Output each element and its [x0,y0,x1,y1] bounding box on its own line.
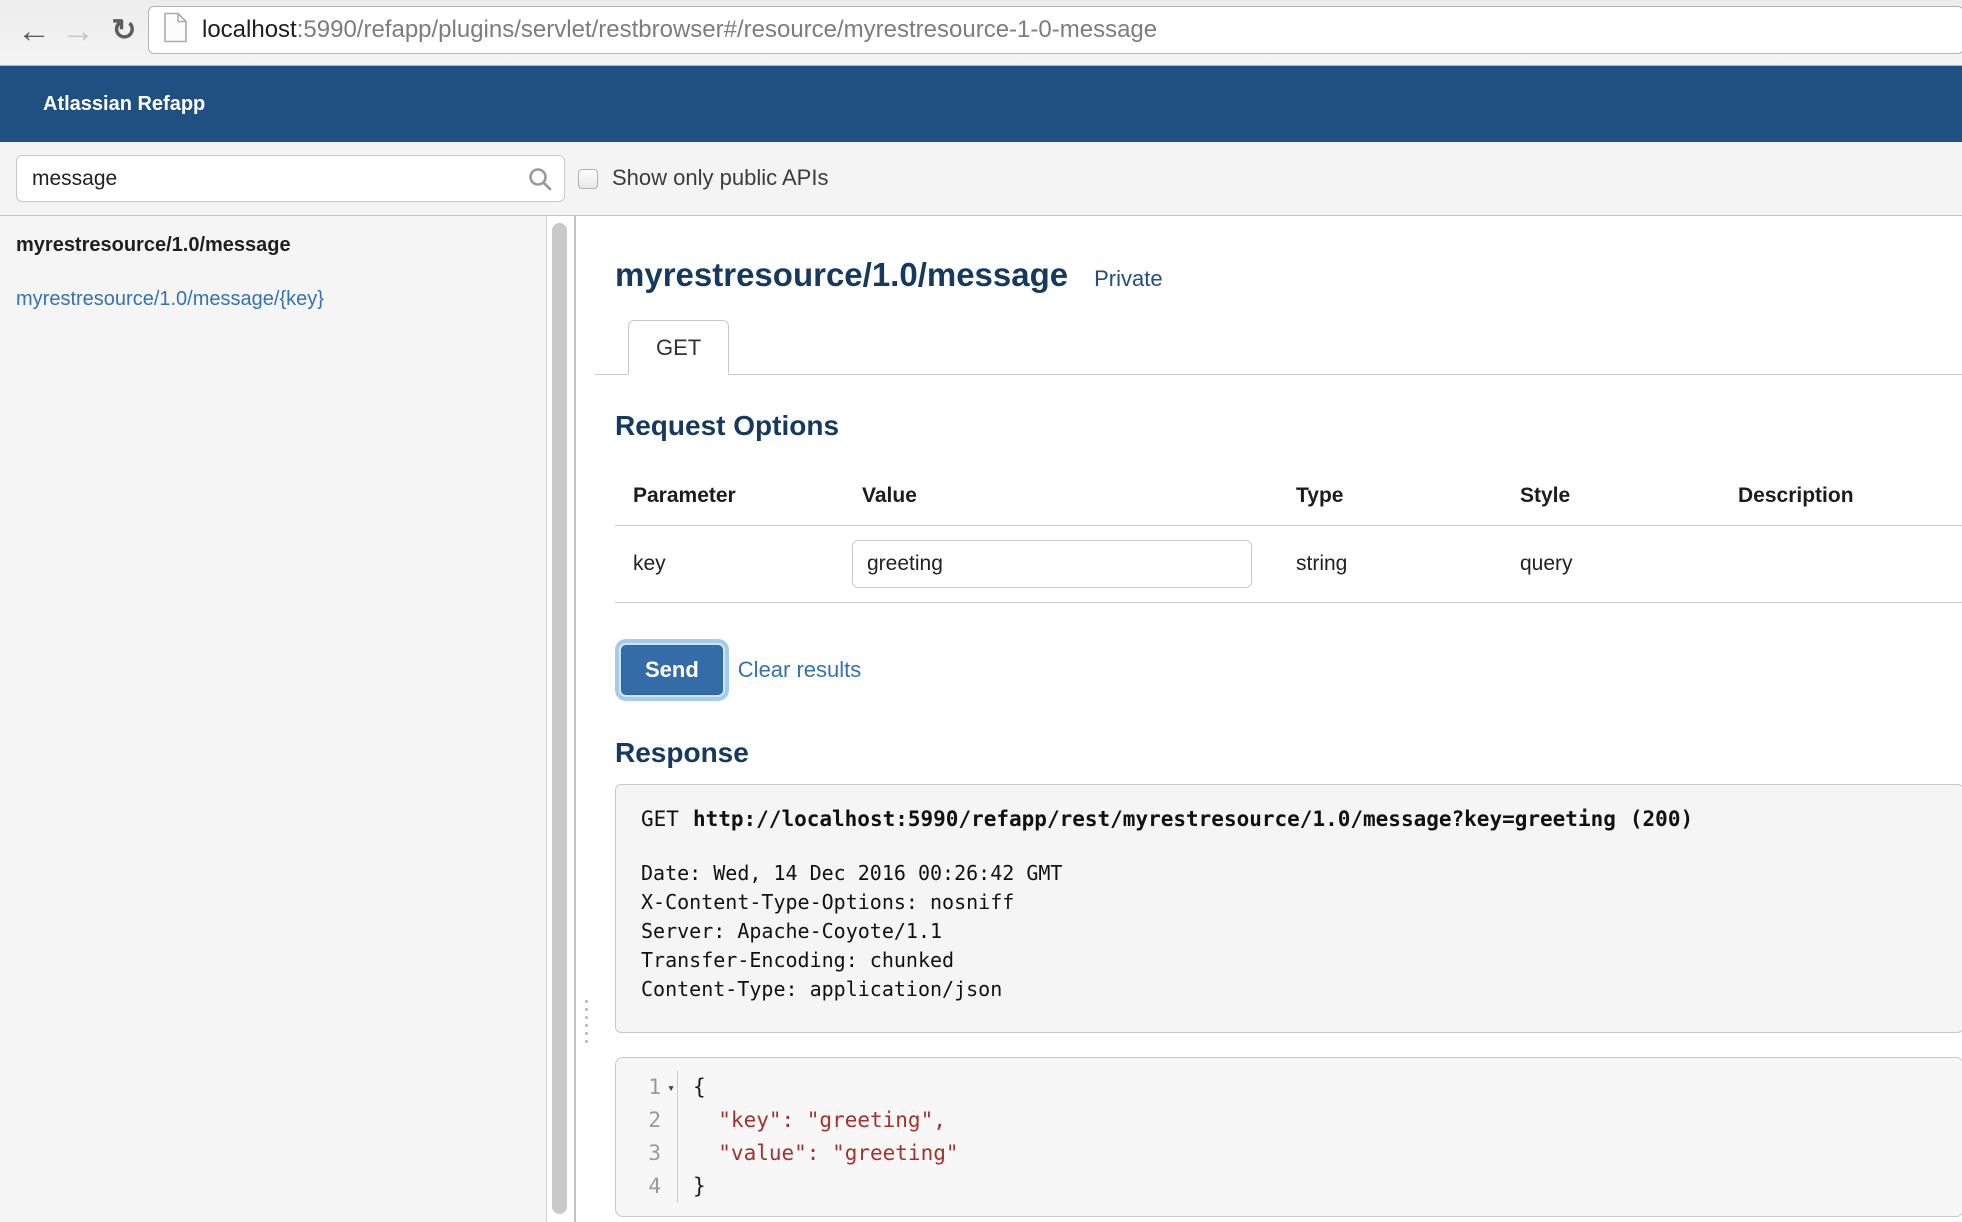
code-line: 1▾ { [616,1071,1962,1104]
line-number: 3 [616,1137,678,1170]
code-line: 3 "value": "greeting" [616,1137,1962,1170]
clear-results-link[interactable]: Clear results [738,657,861,683]
line-number: 4 [616,1170,678,1203]
request-options-heading: Request Options [615,410,1962,442]
filter-bar: Show only public APIs [0,142,1962,216]
response-body-viewer: 1▾ { 2 "key": "greeting", 3 "value": "gr… [615,1057,1962,1217]
browser-chrome: ← → ↻ localhost:5990/refapp/plugins/serv… [0,0,1962,66]
response-headers: Date: Wed, 14 Dec 2016 00:26:42 GMT X-Co… [641,859,1953,1004]
param-name: key [615,526,844,603]
code-text: { [678,1071,706,1104]
param-description [1720,526,1962,603]
response-request-line: GET http://localhost:5990/refapp/rest/myr… [641,807,1953,831]
back-icon[interactable]: ← [12,9,56,53]
code-text: "value": "greeting" [678,1137,959,1170]
code-line: 4 } [616,1170,1962,1203]
col-value: Value [844,470,1278,526]
col-type: Type [1278,470,1502,526]
request-options-table: Parameter Value Type Style Description k… [615,470,1962,603]
param-type: string [1278,526,1502,603]
sidebar-scrollbar [548,216,574,1222]
sidebar-item-message-key[interactable]: myrestresource/1.0/message/{key} [16,288,546,311]
visibility-badge: Private [1094,266,1162,292]
url-host: localhost [202,16,297,43]
param-value-input[interactable] [852,540,1252,588]
response-header-line: Transfer-Encoding: chunked [641,946,1953,975]
response-heading: Response [615,737,1962,769]
response-box: GET http://localhost:5990/refapp/rest/myr… [615,784,1962,1033]
sidebar-item-message[interactable]: myrestresource/1.0/message [16,234,546,257]
col-parameter: Parameter [615,470,844,526]
search-input[interactable] [16,155,565,202]
code-line: 2 "key": "greeting", [616,1104,1962,1137]
code-text: } [678,1170,706,1203]
url-text: localhost:5990/refapp/plugins/servlet/re… [202,16,1157,44]
resource-sidebar: myrestresource/1.0/message myrestresourc… [0,216,547,1222]
status-code: (200) [1630,807,1693,831]
code-text: "key": "greeting", [678,1104,946,1137]
send-button[interactable]: Send [621,645,723,695]
col-description: Description [1720,470,1962,526]
request-method: GET [641,807,679,831]
address-bar[interactable]: localhost:5990/refapp/plugins/servlet/re… [148,6,1962,54]
col-style: Style [1502,470,1720,526]
forward-icon[interactable]: → [56,9,100,53]
url-path: :5990/refapp/plugins/servlet/restbrowser… [297,16,1157,43]
response-header-line: Server: Apache-Coyote/1.1 [641,917,1953,946]
show-public-checkbox[interactable] [578,169,598,189]
method-tabs: GET [595,320,1962,375]
table-row: key string query [615,526,1962,603]
response-header-line: X-Content-Type-Options: nosniff [641,888,1953,917]
panel-resize-handle[interactable] [585,1000,589,1048]
main-panel: myrestresource/1.0/message Private GET R… [574,216,1962,1222]
app-header: Atlassian Refapp [0,66,1962,142]
tab-get[interactable]: GET [628,320,729,375]
scrollbar-thumb[interactable] [552,223,567,1214]
fold-arrow-icon[interactable]: ▾ [667,1072,675,1105]
reload-icon[interactable]: ↻ [102,9,146,53]
response-header-line: Date: Wed, 14 Dec 2016 00:26:42 GMT [641,859,1953,888]
search-icon [527,166,553,197]
page-icon [163,12,188,48]
param-style: query [1502,526,1720,603]
line-number: 1▾ [616,1071,678,1104]
show-public-label: Show only public APIs [612,165,828,191]
request-url: http://localhost:5990/refapp/rest/myrest… [693,807,1616,831]
response-header-line: Content-Type: application/json [641,975,1953,1004]
app-title: Atlassian Refapp [43,93,205,116]
resource-title: myrestresource/1.0/message [615,256,1068,294]
line-number: 2 [616,1104,678,1137]
